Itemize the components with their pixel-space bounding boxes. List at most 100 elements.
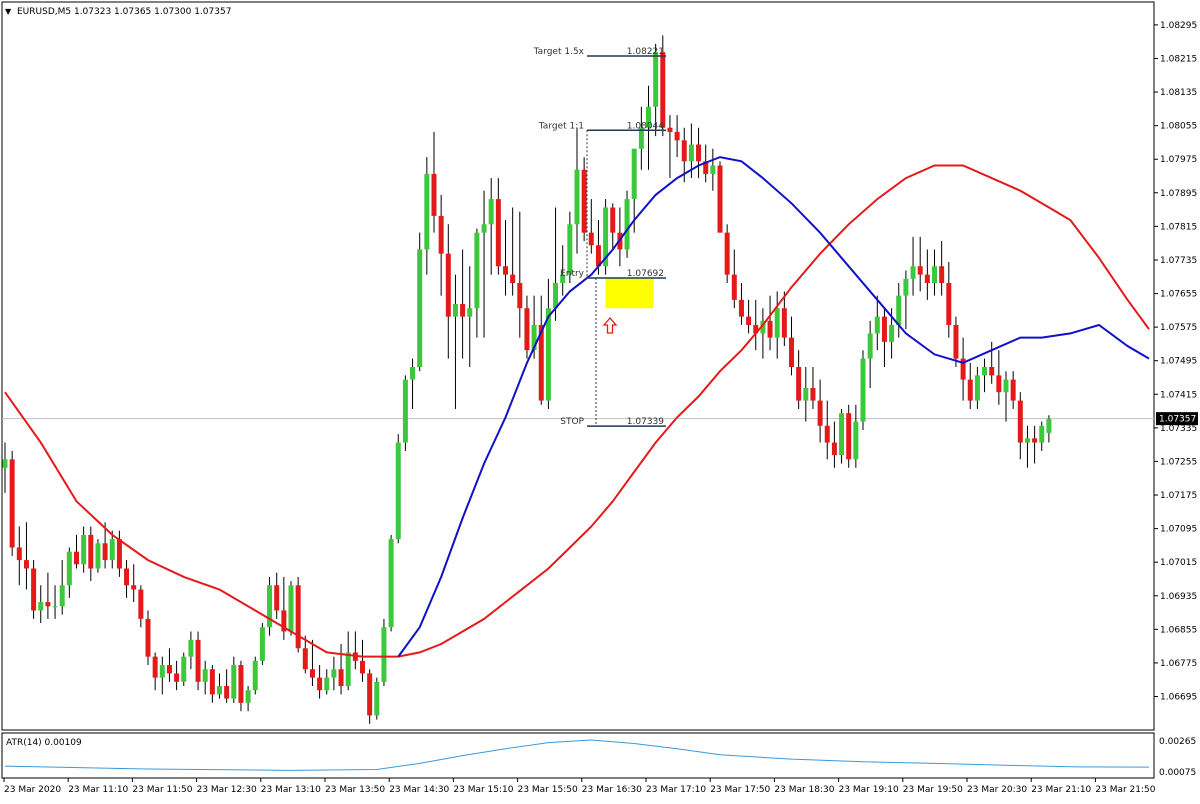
time-tick-label: 23 Mar 17:10 (646, 785, 706, 795)
candle-body (295, 585, 301, 649)
price-tick-label: 1.07095 (1160, 525, 1197, 535)
signal-arrow (602, 317, 618, 334)
candle-body (503, 266, 508, 275)
candle-body (59, 585, 65, 607)
candle-body (1003, 379, 1009, 393)
candle-body (796, 367, 802, 401)
time-tick-label: 23 Mar 13:50 (325, 785, 385, 795)
candle-body (116, 539, 122, 569)
candle-body (209, 669, 215, 695)
candle-body (81, 534, 87, 565)
price-tick-label: 1.07415 (1160, 390, 1197, 400)
time-tick-label: 23 Mar 21:50 (1095, 785, 1155, 795)
candle-body (217, 686, 222, 695)
candle-body (924, 274, 930, 284)
candle-body (631, 148, 637, 200)
candle-body (145, 618, 151, 657)
candle-body (460, 304, 466, 317)
ma-fast-line (397, 156, 1150, 658)
candle-body (896, 295, 902, 326)
candle-body (574, 169, 580, 225)
candle-body (724, 232, 730, 275)
candle-body (874, 316, 880, 334)
candle-body (224, 686, 230, 699)
main-chart-frame (1, 1, 1155, 731)
candle-body (803, 387, 809, 401)
candle-body (953, 325, 959, 359)
chart-canvas[interactable]: 1.08295 1.08215 1.08135 1.08055 1.07975 1.078… (0, 0, 1200, 800)
up-arrow-icon (602, 317, 618, 334)
candle-body (302, 648, 308, 670)
time-tick-label: 23 Mar 2020 (4, 785, 61, 795)
candle-body (381, 627, 387, 682)
time-tick-label: 23 Mar 18:30 (774, 785, 834, 795)
candle-body (774, 308, 780, 338)
indicator-axis-bottom: 0.00075 (1159, 768, 1196, 778)
candle-body (946, 283, 952, 326)
candle-body (238, 665, 244, 703)
candle-body (881, 316, 887, 342)
candle-body (481, 224, 487, 233)
candle-body (388, 539, 394, 628)
candle-body (16, 547, 22, 561)
candle-body (1039, 425, 1045, 443)
symbol-header: EURUSD,M5 1.07323 1.07365 1.07300 1.0735… (17, 7, 231, 17)
candle-body (138, 589, 144, 619)
candle-body (688, 144, 694, 162)
time-tick-label: 23 Mar 15:10 (453, 785, 513, 795)
candle-body (846, 413, 852, 460)
time-tick-label: 23 Mar 17:50 (710, 785, 770, 795)
entry-zone (605, 278, 654, 309)
candle-body (889, 325, 895, 342)
candle-body (195, 639, 201, 682)
level-label-target-1-1: Target 1:1 (538, 121, 584, 131)
candle-body (967, 379, 973, 401)
candle-body (345, 652, 351, 687)
level-price-entry: 1.07692 (627, 269, 664, 279)
level-price-stop: 1.07339 (627, 417, 664, 427)
indicator-panel-frame (1, 732, 1155, 779)
price-tick-label: 1.07655 (1160, 290, 1197, 300)
dropdown-arrow-icon[interactable]: ▼ (5, 7, 12, 16)
time-tick-label: 23 Mar 20:30 (967, 785, 1027, 795)
level-label-entry: Entry (560, 269, 585, 279)
candle-body (174, 673, 180, 682)
time-tick-label: 23 Mar 16:30 (582, 785, 642, 795)
atr-polyline (4, 739, 1150, 771)
candle-body (131, 585, 137, 590)
candle-body (181, 656, 187, 682)
candle-body (731, 274, 737, 300)
price-tick-label: 1.08055 (1160, 122, 1197, 132)
time-axis: 23 Mar 2020 23 Mar 11:10 23 Mar 11:50 23 Ma… (3, 778, 1156, 795)
price-tick-label: 1.06855 (1160, 625, 1197, 635)
candle-body (853, 421, 859, 460)
candle-body (1017, 400, 1023, 443)
price-tick-label: 1.07975 (1160, 155, 1197, 165)
candle-body (917, 266, 923, 275)
trade-levels[interactable]: Target 1.5x 1.08221 Target 1:1 1.08044 Entry… (533, 47, 666, 427)
time-tick-label: 23 Mar 12:30 (197, 785, 257, 795)
candle-body (581, 169, 587, 233)
candle-body (717, 165, 723, 233)
candle-body (932, 266, 937, 284)
candle-body (989, 367, 995, 376)
price-tick-label: 1.08135 (1160, 88, 1197, 98)
candle-body (789, 337, 794, 367)
candle-body (817, 400, 823, 426)
candle-body (166, 665, 172, 674)
candle-body (438, 215, 444, 254)
candle-body (431, 173, 437, 216)
candle-body (867, 333, 873, 359)
candle-body (417, 249, 423, 367)
candle-body (831, 442, 837, 456)
price-axis: 1.08295 1.08215 1.08135 1.08055 1.07975 1.078… (1154, 21, 1197, 703)
candle-body (910, 266, 916, 279)
time-tick-label: 23 Mar 19:10 (839, 785, 899, 795)
candle-body (781, 308, 787, 338)
candle-body (317, 677, 323, 691)
candle-body (860, 358, 866, 422)
trading-chart-window[interactable]: 1.08295 1.08215 1.08135 1.08055 1.07975 1.078… (0, 0, 1200, 800)
time-tick-label: 23 Mar 19:50 (903, 785, 963, 795)
candle-body (45, 602, 51, 607)
level-price-target-1-5x: 1.08221 (627, 47, 664, 57)
